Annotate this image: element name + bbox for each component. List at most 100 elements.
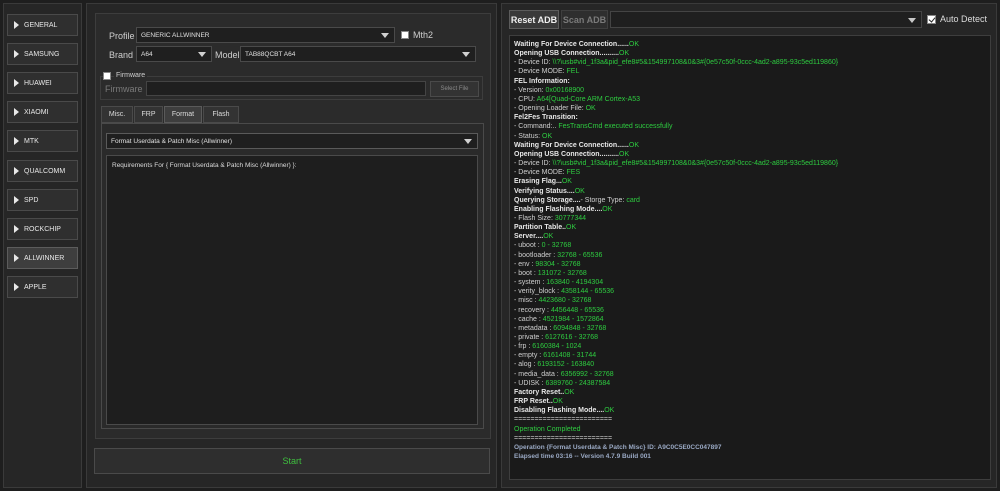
log-line: Elapsed time 03:16 -- Version 4.7.9 Buil… — [514, 452, 986, 461]
log-segment: - Storge Type: — [580, 196, 627, 204]
sidebar-item-label: SAMSUNG — [24, 50, 60, 58]
log-line: - Command:.. FesTransCmd executed succes… — [514, 122, 986, 131]
firmware-group-label: Firmware — [114, 72, 148, 79]
app-window: GENERAL SAMSUNG HUAWEI XIAOMI MTK QUALCOMM SPD… — [0, 0, 1000, 491]
log-segment: 0x00168900 — [545, 86, 585, 94]
auto-detect-label: Auto Detect — [940, 14, 988, 24]
log-line: - cache : 4521984 - 1572864 — [514, 315, 986, 324]
log-line: - UDISK : 6389760 - 24387584 — [514, 379, 986, 388]
log-segment: - system : — [514, 279, 547, 287]
log-line: - Opening Loader File: OK — [514, 104, 986, 113]
log-segment: 4423680 - 32768 — [538, 297, 592, 305]
log-segment: - Status: — [514, 132, 543, 140]
log-segment: 6094848 - 32768 — [553, 324, 607, 332]
brand-select[interactable]: A64 — [136, 46, 212, 62]
device-select[interactable] — [610, 11, 922, 28]
tab-format[interactable]: Format — [164, 106, 202, 123]
sidebar-item-label: QUALCOMM — [24, 167, 66, 175]
log-segment: 98304 - 32768 — [535, 260, 581, 268]
log-segment: - CPU: — [514, 95, 537, 103]
sidebar-item-label: ALLWINNER — [24, 254, 65, 262]
log-segment: FesTransCmd executed successfully — [558, 123, 673, 131]
sidebar-item-general[interactable]: GENERAL — [7, 14, 78, 36]
tab-flash[interactable]: Flash — [203, 106, 239, 123]
play-icon — [14, 137, 19, 145]
log-segment: - Flash Size: — [514, 214, 555, 222]
log-line: Opening USB Connection..........OK — [514, 150, 986, 159]
start-button[interactable]: Start — [94, 448, 490, 474]
log-segment: OK — [628, 141, 639, 149]
select-file-button[interactable]: Select File — [430, 81, 479, 97]
log-segment: 6356992 - 32768 — [560, 370, 614, 378]
log-segment: 4358144 - 65536 — [561, 288, 615, 296]
sidebar-item-label: SPD — [24, 196, 39, 204]
log-segment: 6161408 - 31744 — [543, 352, 597, 360]
log-segment: - boot : — [514, 269, 538, 277]
brand-label: Brand — [109, 50, 134, 60]
sidebar-item-samsung[interactable]: SAMSUNG — [7, 43, 78, 65]
log-segment: - Version: — [514, 86, 546, 94]
model-select[interactable]: TAB88QCBT A64 — [240, 46, 476, 62]
log-segment: 6160384 - 1024 — [532, 343, 582, 351]
sidebar-item-apple[interactable]: APPLE — [7, 276, 78, 298]
play-icon — [14, 225, 19, 233]
mth2-checkbox[interactable] — [401, 31, 409, 39]
log-line: Waiting For Device Connection......OK — [514, 40, 986, 49]
firmware-label: Firmware — [105, 84, 143, 94]
log-line: - metadata : 6094848 - 32768 — [514, 324, 986, 333]
log-segment: Partition Table.. — [514, 224, 566, 232]
sidebar-item-xiaomi[interactable]: XIAOMI — [7, 101, 78, 123]
chevron-down-icon — [464, 139, 472, 144]
log-line: Operation {Format Userdata & Patch Misc}… — [514, 443, 986, 452]
reset-adb-button[interactable]: Reset ADB — [509, 10, 559, 29]
log-segment: Verifying Status.... — [514, 187, 575, 195]
log-segment: Erasing Flag... — [514, 178, 562, 186]
log-line: Erasing Flag...OK — [514, 177, 986, 186]
log-segment: OK — [628, 41, 639, 48]
firmware-checkbox[interactable] — [103, 72, 111, 80]
sidebar-item-label: GENERAL — [24, 21, 58, 29]
tab-misc[interactable]: Misc. — [101, 106, 133, 123]
sidebar-item-rockchip[interactable]: ROCKCHIP — [7, 218, 78, 240]
play-icon — [14, 283, 19, 291]
log-segment: - env : — [514, 260, 536, 268]
log-line: ======================== — [514, 415, 986, 424]
sidebar-item-huawei[interactable]: HUAWEI — [7, 72, 78, 94]
play-icon — [14, 79, 19, 87]
log-line: Factory Reset..OK — [514, 388, 986, 397]
log-segment: - private : — [514, 334, 546, 341]
sidebar-item-label: XIAOMI — [24, 108, 49, 116]
profile-select[interactable]: GENERIC ALLWINNER — [136, 27, 395, 43]
log-line: Enabling Flashing Mode....OK — [514, 205, 986, 214]
log-line: - Status: OK — [514, 132, 986, 141]
log-segment: - Device MODE: — [514, 169, 567, 177]
log-segment: Server.... — [514, 233, 544, 241]
log-line: Partition Table..OK — [514, 223, 986, 232]
sidebar-item-mtk[interactable]: MTK — [7, 130, 78, 152]
sidebar-item-qualcomm[interactable]: QUALCOMM — [7, 160, 78, 182]
log-line: Opening USB Connection..........OK — [514, 49, 986, 58]
log-segment: - Device ID: — [514, 160, 553, 168]
auto-detect-checkbox[interactable] — [927, 15, 936, 24]
scan-adb-button[interactable]: Scan ADB — [561, 10, 608, 29]
log-segment: 0 - 32768 — [541, 242, 572, 250]
log-segment: Waiting For Device Connection...... — [514, 41, 629, 48]
log-segment: - bootloader : — [514, 251, 558, 259]
log-segment: Fel2Fes Transition: — [514, 114, 578, 122]
log-segment: OK — [604, 407, 615, 415]
firmware-path-input[interactable] — [146, 81, 426, 96]
log-segment: OK — [602, 205, 613, 213]
play-icon — [14, 196, 19, 204]
sidebar-item-allwinner[interactable]: ALLWINNER — [7, 247, 78, 269]
log-segment: ======================== — [514, 416, 613, 424]
log-line: - CPU: A64[Quad-Core ARM Cortex-A53 — [514, 95, 986, 104]
sidebar-item-spd[interactable]: SPD — [7, 189, 78, 211]
log-line: - misc : 4423680 - 32768 — [514, 296, 986, 305]
sidebar-item-label: HUAWEI — [24, 79, 52, 87]
log-segment: - verity_block : — [514, 288, 562, 296]
operation-select[interactable]: Format Userdata & Patch Misc (Allwinner) — [106, 133, 478, 149]
log-segment: 4456448 - 65536 — [550, 306, 604, 314]
log-line: - Device MODE: FEL — [514, 67, 986, 76]
log-segment: OK — [552, 398, 563, 406]
tab-frp[interactable]: FRP — [134, 106, 163, 123]
